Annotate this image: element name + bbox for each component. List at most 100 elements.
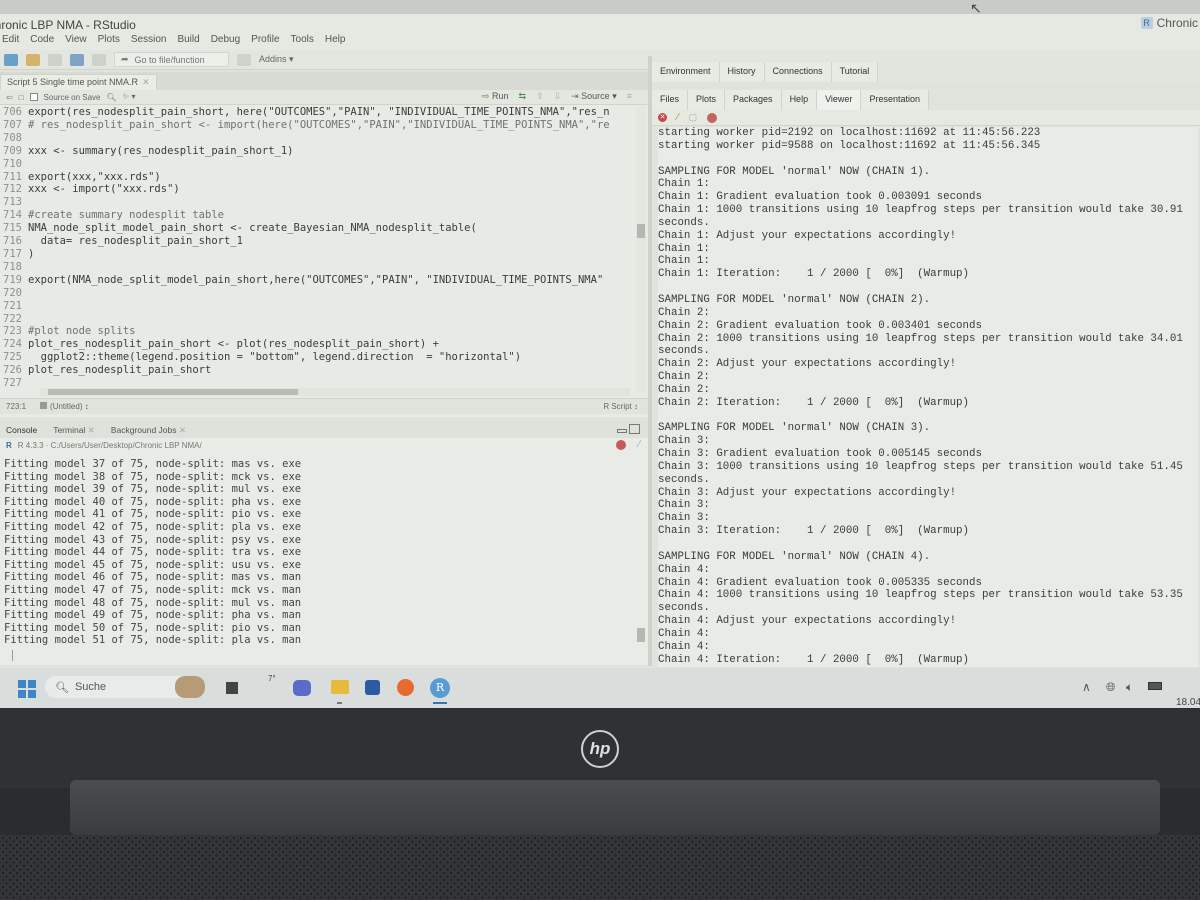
menu-debug[interactable]: Debug bbox=[211, 34, 240, 50]
code-line[interactable]: 726 plot_res_nodesplit_pain_short bbox=[0, 364, 634, 377]
rstudio-taskbar-icon[interactable]: R bbox=[430, 678, 450, 698]
taskbar-search-input[interactable]: 🔍︎ Suche bbox=[45, 676, 195, 698]
code-line[interactable]: 716 data= res_nodesplit_pain_short_1 bbox=[0, 235, 634, 248]
stop-console-icon[interactable] bbox=[616, 440, 626, 450]
console-vertical-scrollbar[interactable] bbox=[636, 458, 646, 658]
code-line[interactable]: 708 bbox=[0, 132, 634, 145]
menu-profile[interactable]: Profile bbox=[251, 34, 279, 50]
tab-viewer[interactable]: Viewer bbox=[817, 90, 862, 110]
teams-icon[interactable] bbox=[293, 680, 311, 696]
new-project-icon[interactable] bbox=[4, 53, 18, 66]
task-view-icon[interactable] bbox=[226, 682, 238, 694]
close-tab-icon[interactable]: ✕ bbox=[142, 77, 150, 88]
project-badge[interactable]: R Chronic bbox=[1140, 16, 1198, 30]
source-on-save-checkbox[interactable] bbox=[29, 93, 38, 101]
scroll-thumb[interactable] bbox=[48, 389, 298, 395]
editor-tab-script5[interactable]: Script 5 Single time point NMA.R ✕ bbox=[0, 74, 157, 90]
tab-presentation[interactable]: Presentation bbox=[861, 90, 929, 110]
save-all-icon[interactable] bbox=[70, 53, 84, 66]
go-to-file-input[interactable]: ➦ Go to file/function bbox=[114, 52, 229, 67]
code-line[interactable]: 722 bbox=[0, 313, 634, 326]
code-line[interactable]: 711 export(xxx,"xxx.rds") bbox=[0, 171, 634, 184]
menu-view[interactable]: View bbox=[65, 34, 87, 50]
windows-start-icon[interactable] bbox=[18, 680, 36, 698]
go-down-icon[interactable]: ⇩ bbox=[554, 91, 562, 102]
minimize-pane-icon[interactable] bbox=[617, 429, 627, 433]
code-line[interactable]: 706 export(res_nodesplit_pain_short, here… bbox=[0, 106, 634, 119]
code-area[interactable]: 706 export(res_nodesplit_pain_short, here… bbox=[0, 106, 634, 394]
code-line[interactable]: 718 bbox=[0, 261, 634, 274]
maximize-pane-icon[interactable] bbox=[629, 424, 640, 434]
outline-icon[interactable]: ≡ bbox=[627, 91, 632, 102]
tab-console[interactable]: Console bbox=[6, 425, 37, 435]
network-icon[interactable]: 🌐︎ bbox=[1106, 680, 1116, 695]
code-line[interactable]: 725 ggplot2::theme(legend.position = "bo… bbox=[0, 351, 634, 364]
tab-terminal[interactable]: Terminal ✕ bbox=[53, 425, 95, 436]
code-line[interactable]: 715 NMA_node_split_model_pain_short <- cr… bbox=[0, 222, 634, 235]
tab-plots[interactable]: Plots bbox=[688, 90, 726, 110]
code-line[interactable]: 710 bbox=[0, 158, 634, 171]
code-line[interactable]: 709 xxx <- summary(res_nodesplit_pain_sho… bbox=[0, 145, 634, 158]
editor-vertical-scrollbar[interactable] bbox=[636, 106, 646, 391]
code-line[interactable]: 723 #plot node splits bbox=[0, 325, 634, 338]
menu-code[interactable]: Code bbox=[30, 34, 54, 50]
scroll-thumb[interactable] bbox=[637, 224, 645, 238]
tab-files[interactable]: Files bbox=[652, 90, 689, 110]
scope-selector[interactable]: (Untitled) ↕ bbox=[40, 402, 89, 411]
addins-menu[interactable]: Addins ▾ bbox=[259, 54, 294, 65]
close-viewer-icon[interactable]: ✕ bbox=[658, 113, 667, 122]
menu-tools[interactable]: Tools bbox=[291, 34, 314, 50]
code-tools-icon[interactable]: ✨︎ ▾ bbox=[123, 92, 136, 102]
clear-console-icon[interactable]: ∕ bbox=[638, 439, 640, 450]
language-selector[interactable]: R Script ↕ bbox=[603, 402, 638, 411]
pane-splitter[interactable] bbox=[648, 56, 652, 666]
code-line[interactable]: 713 bbox=[0, 196, 634, 209]
volume-icon[interactable]: 🔈︎ bbox=[1126, 680, 1133, 695]
firefox-icon[interactable] bbox=[397, 679, 414, 696]
code-line[interactable]: 719 export(NMA_node_split_model_pain_shor… bbox=[0, 274, 634, 287]
code-line[interactable]: 712 xxx <- import("xxx.rds") bbox=[0, 183, 634, 196]
code-line[interactable]: 724 plot_res_nodesplit_pain_short <- plot… bbox=[0, 338, 634, 351]
code-line[interactable]: 720 bbox=[0, 287, 634, 300]
weather-widget[interactable]: 7° bbox=[268, 674, 276, 683]
rerun-icon[interactable]: ⇆ bbox=[518, 91, 526, 102]
save-doc-icon[interactable]: □ bbox=[19, 93, 24, 102]
microsoft-store-icon[interactable] bbox=[365, 680, 380, 695]
code-line[interactable]: 721 bbox=[0, 300, 634, 313]
taskbar-clock[interactable]: 18.04 bbox=[1176, 697, 1200, 708]
console-output[interactable]: Fitting model 37 of 75, node-split: mas … bbox=[4, 458, 634, 661]
stop-viewer-icon[interactable] bbox=[707, 112, 718, 123]
tab-packages[interactable]: Packages bbox=[725, 90, 782, 110]
clear-viewer-broom-icon[interactable]: ∕ bbox=[677, 112, 679, 123]
close-tab-icon[interactable]: ✕ bbox=[88, 425, 95, 435]
source-button[interactable]: ⇥ Source ▾ bbox=[571, 91, 617, 102]
go-up-icon[interactable]: ⇧ bbox=[536, 91, 544, 102]
console-prompt-caret[interactable] bbox=[12, 649, 13, 661]
tab-tutorial[interactable]: Tutorial bbox=[831, 62, 879, 82]
file-explorer-icon[interactable] bbox=[331, 680, 349, 694]
menu-edit[interactable]: Edit bbox=[2, 34, 19, 50]
tab-environment[interactable]: Environment bbox=[652, 62, 720, 82]
menu-session[interactable]: Session bbox=[131, 34, 167, 50]
scroll-thumb[interactable] bbox=[637, 628, 645, 642]
editor-horizontal-scrollbar[interactable] bbox=[40, 388, 630, 396]
menu-help[interactable]: Help bbox=[325, 34, 346, 50]
menu-plots[interactable]: Plots bbox=[98, 34, 120, 50]
print-icon[interactable] bbox=[92, 53, 106, 66]
tab-help[interactable]: Help bbox=[781, 90, 818, 110]
save-icon[interactable] bbox=[48, 53, 62, 66]
code-line[interactable]: 707 # res_nodesplit_pain_short <- import(… bbox=[0, 119, 634, 132]
export-viewer-icon[interactable]: ▢ bbox=[689, 112, 698, 123]
tab-history[interactable]: History bbox=[719, 62, 765, 82]
menu-build[interactable]: Build bbox=[177, 34, 199, 50]
back-icon[interactable]: ⇦ bbox=[6, 93, 13, 102]
tab-connections[interactable]: Connections bbox=[764, 62, 832, 82]
show-hidden-icons-chevron-icon[interactable]: ∧ bbox=[1082, 680, 1091, 694]
code-line[interactable]: 714 #create summary nodesplit table bbox=[0, 209, 634, 222]
code-line[interactable]: 717) bbox=[0, 248, 634, 261]
tab-background-jobs[interactable]: Background Jobs ✕ bbox=[111, 425, 186, 436]
open-file-icon[interactable] bbox=[26, 53, 40, 66]
close-tab-icon[interactable]: ✕ bbox=[179, 425, 186, 435]
viewer-output[interactable]: starting worker pid=2192 on localhost:11… bbox=[658, 127, 1198, 667]
workspace-panes-icon[interactable] bbox=[237, 53, 251, 66]
